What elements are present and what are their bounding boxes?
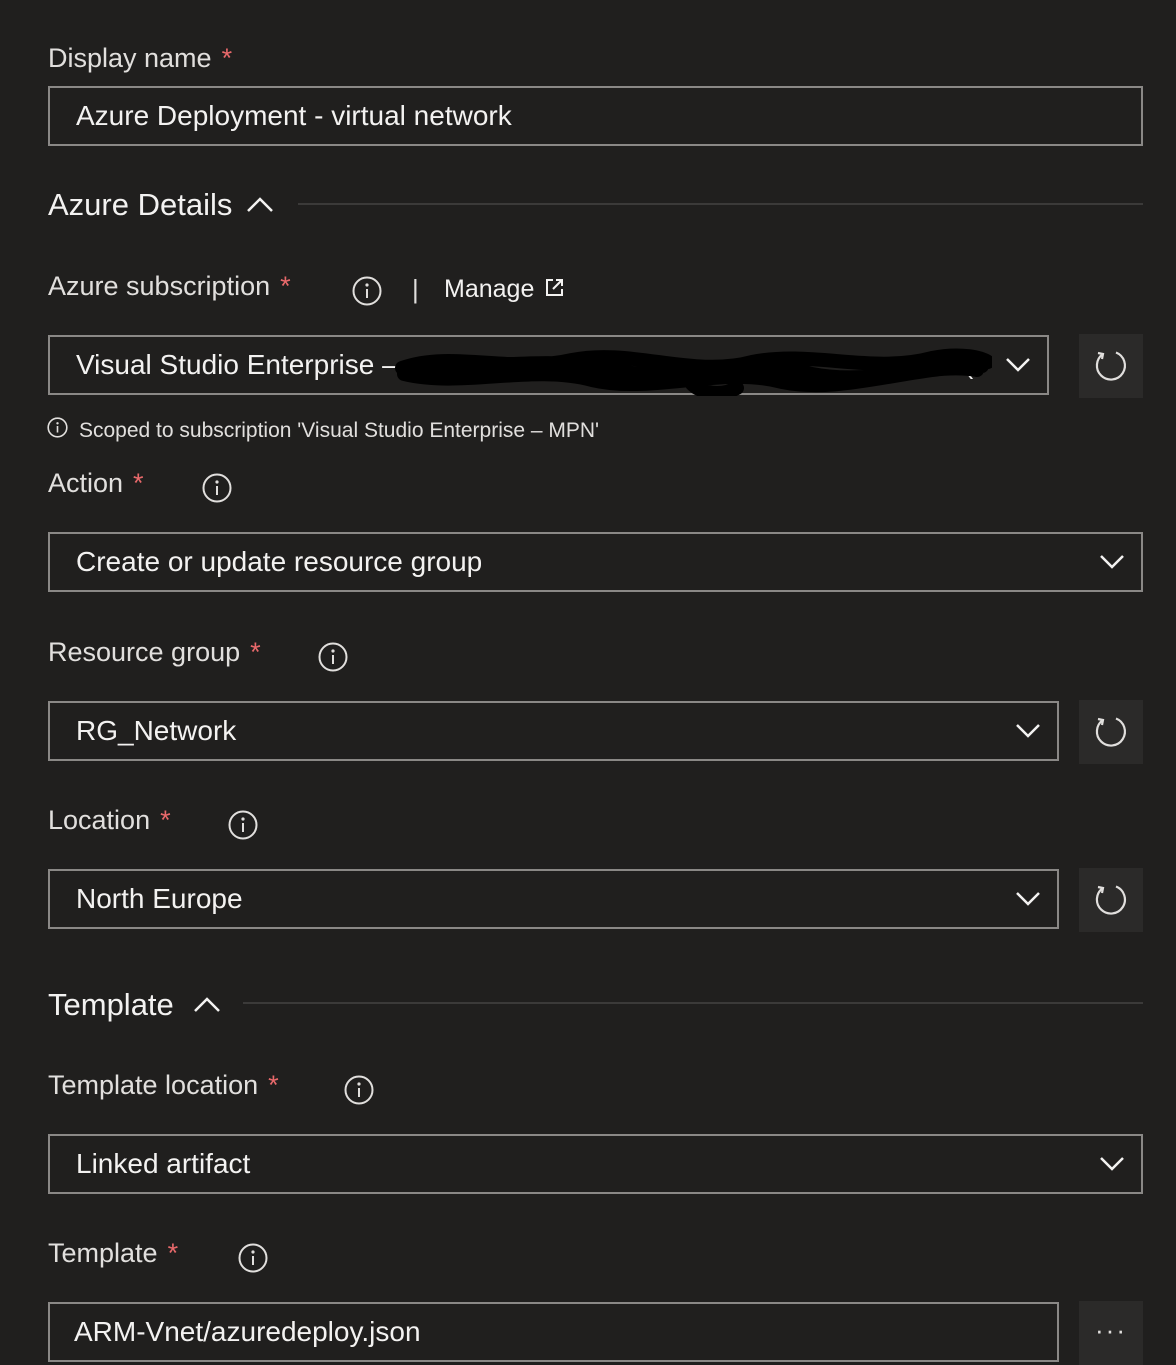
action-label-text: Action [48, 468, 124, 498]
resource-group-value: RG_Network [76, 715, 237, 746]
chevron-up-icon[interactable] [193, 995, 221, 1013]
more-options-icon: ··· [1095, 1315, 1127, 1345]
display-name-label-text: Display name [48, 43, 212, 73]
display-name-value: Azure Deployment - virtual network [76, 100, 512, 131]
action-dropdown[interactable]: Create or update resource group [48, 532, 1143, 592]
template-label: Template * [48, 1240, 178, 1267]
resource-group-label-text: Resource group [48, 637, 241, 667]
chevron-down-icon [1006, 358, 1030, 372]
resource-group-dropdown[interactable]: RG_Network [48, 701, 1059, 761]
required-mark: * [160, 805, 171, 835]
required-mark: * [268, 1070, 279, 1100]
required-mark: * [133, 468, 144, 498]
required-mark: * [167, 1238, 179, 1268]
external-link-icon[interactable] [545, 278, 564, 297]
info-icon[interactable] [318, 642, 348, 672]
separator: | [412, 274, 419, 304]
required-mark: * [221, 43, 233, 73]
info-icon[interactable] [202, 473, 232, 503]
info-icon[interactable] [352, 276, 382, 306]
manage-link[interactable]: Manage [444, 275, 534, 304]
refresh-icon [1095, 885, 1126, 915]
info-icon[interactable] [238, 1243, 268, 1273]
chevron-down-icon [1016, 892, 1040, 906]
display-name-label: Display name * [48, 45, 232, 72]
location-label: Location * [48, 807, 171, 834]
info-icon[interactable] [344, 1075, 374, 1105]
template-location-label: Template location * [48, 1072, 279, 1099]
template-location-label-text: Template location [48, 1070, 259, 1100]
section-divider [243, 1002, 1143, 1004]
template-label-text: Template [48, 1238, 158, 1268]
template-section-title: Template [48, 987, 174, 1022]
refresh-location-button[interactable] [1079, 868, 1143, 932]
subscription-label-text: Azure subscription [48, 271, 271, 301]
redaction-scribble [395, 348, 992, 396]
refresh-icon [1095, 717, 1126, 747]
browse-template-button[interactable]: ··· [1079, 1301, 1143, 1365]
display-name-input[interactable]: Azure Deployment - virtual network [48, 86, 1143, 146]
template-location-value: Linked artifact [76, 1148, 251, 1179]
info-icon[interactable] [228, 810, 258, 840]
scope-note: Scoped to subscription 'Visual Studio En… [79, 419, 600, 442]
required-mark: * [280, 271, 291, 301]
refresh-resource-group-button[interactable] [1079, 700, 1143, 764]
info-icon [47, 417, 68, 438]
required-mark: * [250, 637, 261, 667]
chevron-down-icon [1100, 555, 1124, 569]
action-label: Action * [48, 470, 144, 497]
azure-details-title: Azure Details [48, 187, 233, 222]
refresh-subscription-button[interactable] [1079, 334, 1143, 398]
template-path-input[interactable]: ARM-Vnet/azuredeploy.json [48, 1302, 1059, 1362]
chevron-down-icon [1100, 1157, 1124, 1171]
subscription-label: Azure subscription * [48, 273, 291, 300]
template-path-value: ARM-Vnet/azuredeploy.json [74, 1316, 421, 1347]
location-value: North Europe [76, 883, 243, 914]
section-divider [298, 203, 1143, 205]
template-location-dropdown[interactable]: Linked artifact [48, 1134, 1143, 1194]
resource-group-label: Resource group * [48, 639, 261, 666]
location-dropdown[interactable]: North Europe [48, 869, 1059, 929]
action-value: Create or update resource group [76, 546, 483, 577]
refresh-icon [1095, 351, 1126, 381]
chevron-up-icon[interactable] [246, 195, 274, 213]
chevron-down-icon [1016, 724, 1040, 738]
subscription-value: Visual Studio Enterprise – [76, 349, 398, 380]
location-label-text: Location [48, 805, 151, 835]
